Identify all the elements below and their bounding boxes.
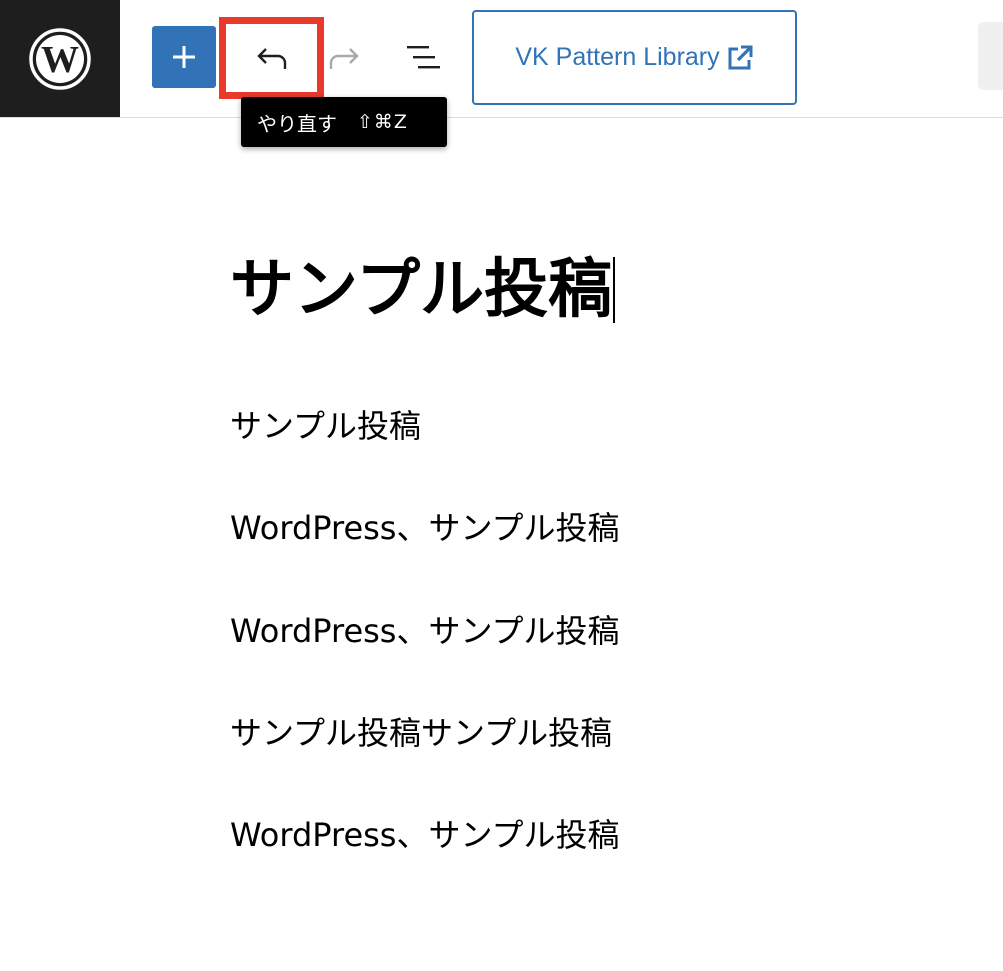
settings-button-partial[interactable]: [978, 22, 1003, 90]
undo-button[interactable]: [219, 17, 324, 99]
external-link-icon: [728, 45, 753, 69]
document-overview-button[interactable]: [398, 32, 450, 82]
redo-icon: [329, 48, 359, 69]
paragraph-block[interactable]: サンプル投稿サンプル投稿: [230, 713, 612, 753]
undo-icon: [256, 48, 286, 69]
wordpress-logo-icon: W: [29, 27, 91, 90]
svg-text:W: W: [41, 39, 79, 81]
vk-pattern-library-button[interactable]: VK Pattern Library: [472, 10, 797, 105]
post-title[interactable]: サンプル投稿: [230, 250, 612, 330]
redo-button[interactable]: [322, 34, 366, 82]
paragraph-block[interactable]: サンプル投稿: [230, 406, 421, 446]
vk-pattern-library-label: VK Pattern Library: [515, 43, 720, 71]
paragraph-block[interactable]: WordPress、サンプル投稿: [230, 508, 620, 548]
document-outline-icon: [407, 46, 440, 69]
tooltip-shortcut: ⇧⌘Z: [357, 111, 408, 133]
add-block-button[interactable]: [152, 26, 216, 88]
post-title-block[interactable]: サンプル投稿: [230, 250, 930, 330]
tooltip-label: やり直す: [257, 111, 337, 136]
paragraph-block[interactable]: WordPress、サンプル投稿: [230, 815, 620, 855]
text-caret: [613, 257, 616, 323]
paragraph-block[interactable]: WordPress、サンプル投稿: [230, 611, 620, 651]
wordpress-logo-button[interactable]: W: [0, 0, 120, 117]
plus-icon: [173, 46, 195, 68]
undo-tooltip: やり直す ⇧⌘Z: [241, 97, 447, 147]
editor-toolbar: W VK Pattern Library: [0, 0, 1003, 118]
